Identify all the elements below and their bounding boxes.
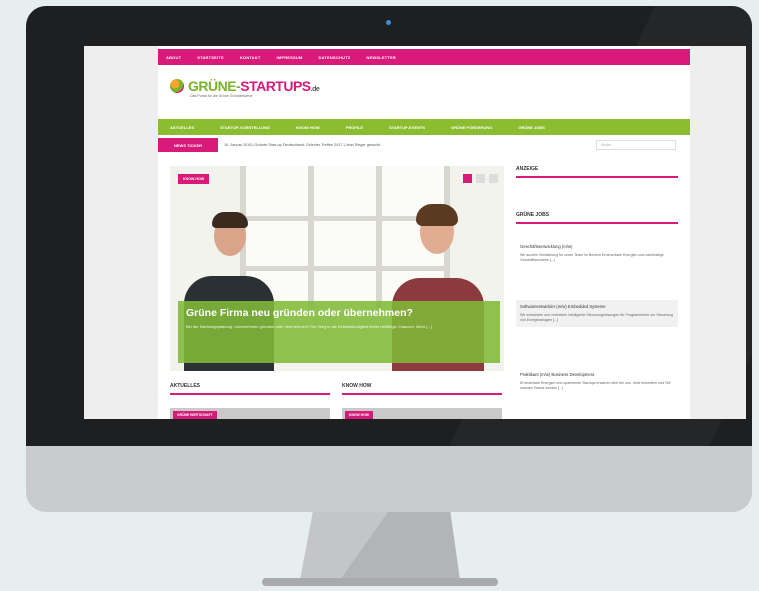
section-title-aktuelles: AKTUELLES bbox=[170, 383, 330, 395]
top-menu-item[interactable]: DATENSCHUTZ bbox=[319, 55, 351, 60]
top-menu-item[interactable]: NEWSLETTER bbox=[366, 55, 396, 60]
logo-text-green: GRÜNE- bbox=[188, 78, 241, 94]
monitor-stand-base bbox=[262, 578, 498, 586]
nav-item-gruene-jobs[interactable]: GRÜNE JOBS bbox=[518, 125, 544, 130]
job-title[interactable]: Geschäftsentwicklung (m/w) bbox=[520, 244, 674, 249]
top-menu-item[interactable]: ABOUT bbox=[166, 55, 181, 60]
job-description: Wir entwickeln und vertreiben intelligen… bbox=[520, 313, 674, 323]
logo-suffix: .de bbox=[310, 86, 320, 93]
slider-pagination bbox=[463, 174, 498, 183]
hero-caption: Grüne Firma neu gründen oder übernehmen?… bbox=[178, 301, 500, 363]
website-page: ABOUT STARTSEITE KONTAKT IMPRESSUM DATEN… bbox=[158, 46, 690, 419]
article-category-badge[interactable]: KNOW HOW bbox=[345, 411, 373, 419]
camera-icon bbox=[386, 20, 391, 25]
top-menu-item[interactable]: IMPRESSUM bbox=[276, 55, 302, 60]
top-menu-bar: ABOUT STARTSEITE KONTAKT IMPRESSUM DATEN… bbox=[158, 49, 690, 65]
sidebar-title-anzeige: ANZEIGE bbox=[516, 166, 678, 178]
article-category-badge[interactable]: GRÜNE WIRTSCHAFT bbox=[173, 411, 217, 419]
top-menu-item[interactable]: STARTSEITE bbox=[197, 55, 224, 60]
monitor-chin bbox=[26, 446, 752, 512]
site-tagline: Das Portal für die Grüne Gründerszene bbox=[190, 94, 253, 98]
job-listing[interactable]: Geschäftsentwicklung (m/w) Wir suchen Ve… bbox=[516, 240, 678, 267]
nav-item-know-how[interactable]: KNOW HOW bbox=[296, 125, 320, 130]
logo-text-pink: STARTUPS bbox=[240, 78, 311, 94]
news-ticker-label: NEWS TICKER bbox=[158, 138, 218, 152]
slider-dot[interactable] bbox=[463, 174, 472, 183]
sidebar-title-jobs: GRÜNE JOBS bbox=[516, 212, 678, 224]
section-title-know-how: KNOW HOW bbox=[342, 383, 502, 395]
article-thumbnail[interactable]: GRÜNE WIRTSCHAFT bbox=[170, 408, 330, 419]
top-menu-item[interactable]: KONTAKT bbox=[240, 55, 261, 60]
search-input[interactable]: Suche bbox=[596, 140, 676, 150]
job-description: Wir suchen Verstärkung für unser Team im… bbox=[520, 253, 664, 263]
monitor-bezel: ABOUT STARTSEITE KONTAKT IMPRESSUM DATEN… bbox=[26, 6, 752, 446]
nav-item-profile[interactable]: PROFILE bbox=[346, 125, 363, 130]
news-ticker: NEWS TICKER 10. Januar 2018 | Gründe Sta… bbox=[158, 138, 690, 152]
slider-dot[interactable] bbox=[476, 174, 485, 183]
logo-icon bbox=[170, 79, 184, 93]
monitor-frame: ABOUT STARTSEITE KONTAKT IMPRESSUM DATEN… bbox=[26, 6, 752, 512]
nav-item-gruene-foerderung[interactable]: GRÜNE FÖRDERUNG bbox=[451, 125, 492, 130]
main-navigation: AKTUELLES STARTUP-VORSTELLUNG KNOW HOW P… bbox=[158, 119, 690, 135]
nav-item-startup-events[interactable]: STARTUP-EVENTS bbox=[389, 125, 425, 130]
hero-slider[interactable]: KNOW HOW Grüne Firma neu gründen oder üb… bbox=[170, 166, 504, 371]
monitor-screen: ABOUT STARTSEITE KONTAKT IMPRESSUM DATEN… bbox=[84, 46, 746, 419]
hero-excerpt: Bei der Nachfolgeplanung: Unternehmen gr… bbox=[186, 324, 432, 329]
job-listing[interactable]: Praktikant (m/w) Business Development Er… bbox=[516, 368, 678, 395]
job-listing[interactable]: Softwareentwickler (m/w) Embedded System… bbox=[516, 300, 678, 328]
job-title[interactable]: Praktikant (m/w) Business Development bbox=[520, 372, 674, 377]
site-logo[interactable]: GRÜNE-STARTUPS.de bbox=[170, 78, 320, 94]
job-description: Erneuerbare Energien und spannende Start… bbox=[520, 381, 671, 391]
news-ticker-text[interactable]: 10. Januar 2018 | Gründe Start-up Deutsc… bbox=[218, 143, 380, 147]
job-title[interactable]: Softwareentwickler (m/w) Embedded System… bbox=[520, 304, 674, 309]
hero-category-badge[interactable]: KNOW HOW bbox=[178, 174, 210, 184]
hero-title[interactable]: Grüne Firma neu gründen oder übernehmen? bbox=[186, 307, 492, 319]
article-thumbnail[interactable]: KNOW HOW bbox=[342, 408, 502, 419]
nav-item-aktuelles[interactable]: AKTUELLES bbox=[170, 125, 194, 130]
logo-text: GRÜNE-STARTUPS.de bbox=[188, 78, 320, 94]
slider-dot[interactable] bbox=[489, 174, 498, 183]
nav-item-startup-vorstellung[interactable]: STARTUP-VORSTELLUNG bbox=[220, 125, 270, 130]
